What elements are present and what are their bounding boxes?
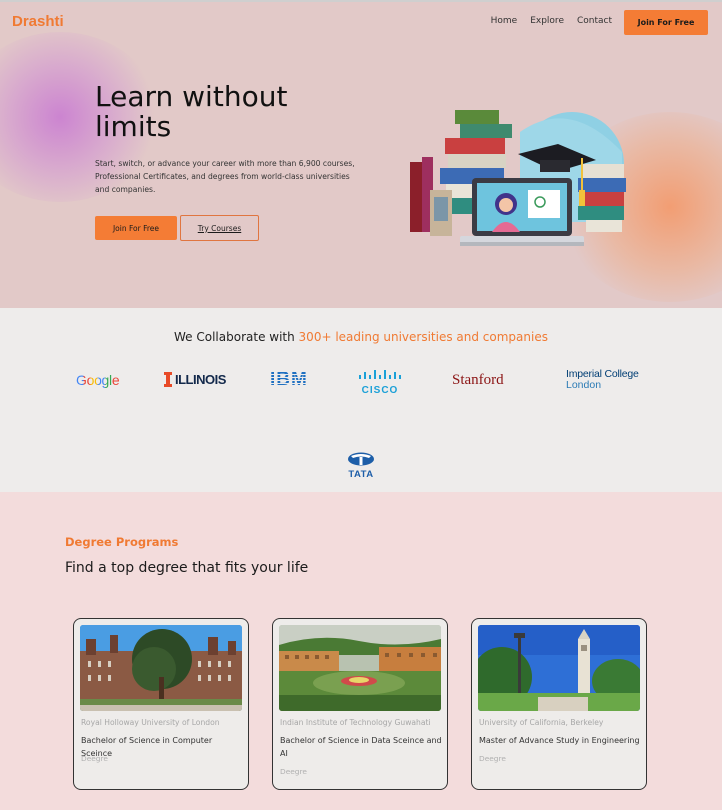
ibm-logo-text: IBM <box>270 369 308 390</box>
card-type: Deegre <box>81 754 108 763</box>
tata-emblem-icon <box>348 452 374 466</box>
card-type: Deegre <box>479 754 506 763</box>
ibm-logo: IBM <box>270 369 308 391</box>
try-courses-button[interactable]: Try Courses <box>180 215 259 241</box>
tata-logo: TATA <box>343 452 379 480</box>
stanford-logo: Stanford <box>452 372 504 389</box>
cisco-bars-icon <box>359 370 401 379</box>
degree-card-royal-holloway[interactable]: Royal Holloway University of London Bach… <box>73 618 249 790</box>
degree-card-berkeley[interactable]: University of California, Berkeley Maste… <box>471 618 647 790</box>
hero-subtitle: Start, switch, or advance your career wi… <box>95 159 355 194</box>
degree-programs-section: Degree Programs Find a top degree that f… <box>0 492 722 810</box>
nav-links: Home Explore Contact <box>491 16 612 26</box>
card-institution: Royal Holloway University of London <box>81 718 220 727</box>
brand-logo[interactable]: Drashti <box>12 13 64 30</box>
nav-link-home[interactable]: Home <box>491 16 518 26</box>
hero-section: Drashti Home Explore Contact Join For Fr… <box>0 0 722 308</box>
hero-title: Learn without limits <box>95 80 288 143</box>
cisco-logo-text: CISCO <box>361 385 399 396</box>
degree-programs-title: Find a top degree that fits your life <box>65 560 309 576</box>
illinois-block-i-icon <box>164 372 172 387</box>
card-program: Bachelor of Science in Data Sceince and … <box>280 736 442 758</box>
google-logo: Google <box>76 372 120 388</box>
books-laptop-illustration <box>410 110 626 246</box>
nav-link-contact[interactable]: Contact <box>577 16 612 26</box>
partners-heading: We Collaborate with 300+ leading univers… <box>0 330 722 344</box>
imperial-logo-subtext: London <box>566 379 602 391</box>
cisco-logo: CISCO <box>358 368 402 396</box>
card-institution: University of California, Berkeley <box>479 718 604 727</box>
berkeley-campanile-photo <box>478 625 640 711</box>
top-navbar: Drashti Home Explore Contact Join For Fr… <box>0 2 722 42</box>
imperial-college-logo: Imperial College London <box>566 369 639 391</box>
nav-join-button[interactable]: Join For Free <box>624 10 708 35</box>
partners-section: We Collaborate with 300+ leading univers… <box>0 308 722 492</box>
royal-holloway-building-photo <box>80 625 242 711</box>
illinois-logo: ILLINOIS <box>164 372 226 387</box>
card-institution: Indian Institute of Technology Guwahati <box>280 718 431 727</box>
partners-heading-highlight: 300+ leading universities and companies <box>298 330 548 344</box>
partners-heading-prefix: We Collaborate with <box>174 330 299 344</box>
tata-logo-text: TATA <box>348 469 374 480</box>
nav-link-explore[interactable]: Explore <box>530 16 564 26</box>
stanford-logo-text: Stanford <box>452 372 504 388</box>
illinois-logo-text: ILLINOIS <box>175 372 226 387</box>
degree-card-iit-guwahati[interactable]: Indian Institute of Technology Guwahati … <box>272 618 448 790</box>
google-logo-text: Google <box>76 372 120 388</box>
card-type: Deegre <box>280 767 307 776</box>
card-program: Master of Advance Study in Engineering <box>479 736 640 745</box>
hero-join-button[interactable]: Join For Free <box>95 216 177 240</box>
iit-guwahati-campus-photo <box>279 625 441 711</box>
degree-programs-label: Degree Programs <box>65 535 179 549</box>
